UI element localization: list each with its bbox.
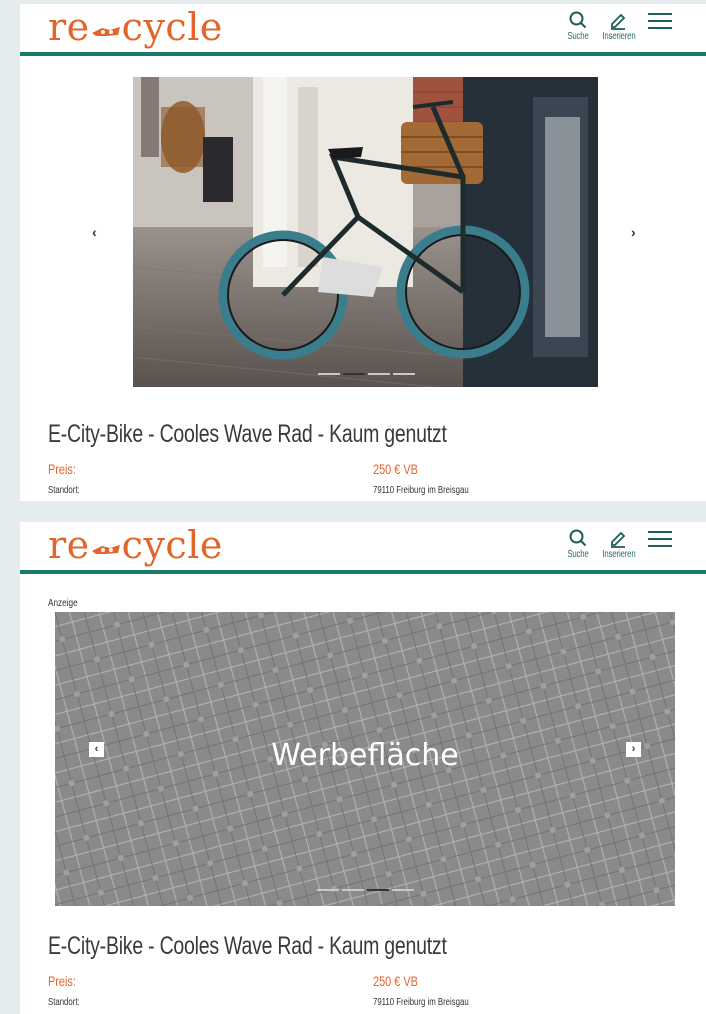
slide-indicator[interactable] (318, 373, 340, 375)
insert-button[interactable]: Inserieren (598, 10, 638, 42)
insert-label: Inserieren (602, 31, 636, 42)
ad-label: Anzeige (48, 598, 78, 609)
logo-text-right: cycle (121, 5, 223, 49)
bike-photo-image (133, 77, 598, 387)
location-value: 79110 Freiburg im Breisgau (373, 485, 469, 496)
logo-bike-icon (91, 542, 120, 556)
magnifier-icon (569, 11, 587, 29)
listing-title: E-City-Bike - Cooles Wave Rad - Kaum gen… (48, 932, 447, 960)
listing-screen-photo: re cycle Suche Inserieren ‹ › E-City-Bik… (20, 4, 706, 501)
ad-next-button[interactable]: › (626, 742, 641, 757)
logo-text-right: cycle (121, 523, 223, 567)
insert-label: Inserieren (602, 549, 636, 560)
slide-indicator[interactable] (317, 889, 339, 891)
site-logo[interactable]: re cycle (48, 524, 223, 566)
site-header: re cycle Suche Inserieren (20, 522, 706, 570)
ad-text: Werbefläche (271, 738, 459, 773)
slide-indicator[interactable] (392, 889, 414, 891)
slide-indicator[interactable] (393, 373, 415, 375)
listing-screen-ad: re cycle Suche Inserieren Anzeige ‹ Werb… (20, 522, 706, 1014)
slide-indicator-active[interactable] (367, 889, 389, 891)
price-value: 250 € VB (373, 461, 418, 477)
site-logo[interactable]: re cycle (48, 6, 223, 48)
search-label: Suche (567, 31, 589, 42)
logo-text-left: re (48, 5, 90, 49)
logo-bike-icon (91, 24, 120, 38)
price-label: Preis: (48, 461, 76, 477)
gallery-indicators (318, 373, 415, 375)
slide-indicator-active[interactable] (343, 373, 365, 375)
location-label: Standort: (48, 485, 80, 496)
ad-banner[interactable]: ‹ Werbefläche › (55, 612, 675, 906)
gallery-prev-button[interactable]: ‹ (92, 224, 97, 240)
site-header: re cycle Suche Inserieren (20, 4, 706, 52)
search-button[interactable]: Suche (558, 528, 598, 560)
pencil-icon (611, 531, 626, 548)
gallery-next-button[interactable]: › (631, 224, 636, 240)
ad-indicators (317, 889, 414, 891)
hamburger-icon[interactable] (648, 12, 674, 32)
location-value: 79110 Freiburg im Breisgau (373, 997, 469, 1008)
location-label: Standort: (48, 997, 80, 1008)
pencil-icon (611, 13, 626, 30)
listing-title: E-City-Bike - Cooles Wave Rad - Kaum gen… (48, 420, 447, 448)
price-value: 250 € VB (373, 973, 418, 989)
slide-indicator[interactable] (368, 373, 390, 375)
search-button[interactable]: Suche (558, 10, 598, 42)
header-divider (20, 52, 706, 56)
price-label: Preis: (48, 973, 76, 989)
slide-indicator[interactable] (342, 889, 364, 891)
magnifier-icon (569, 529, 587, 547)
listing-photo[interactable] (133, 77, 598, 387)
hamburger-icon[interactable] (648, 530, 674, 550)
insert-button[interactable]: Inserieren (598, 528, 638, 560)
header-divider (20, 570, 706, 574)
logo-text-left: re (48, 523, 90, 567)
search-label: Suche (567, 549, 589, 560)
